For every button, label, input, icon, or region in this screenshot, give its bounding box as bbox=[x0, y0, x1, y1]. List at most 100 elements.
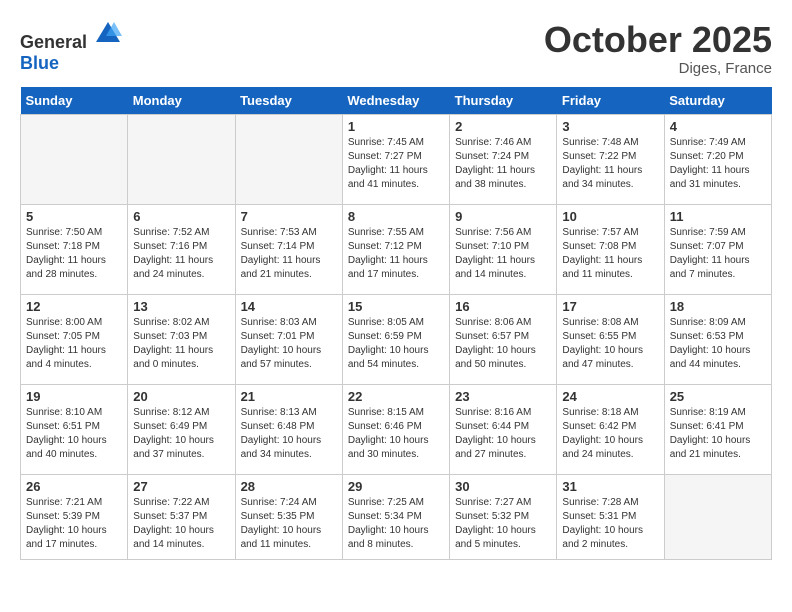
day-number: 5 bbox=[26, 209, 122, 224]
calendar-cell: 6 Sunrise: 7:52 AM Sunset: 7:16 PM Daylig… bbox=[128, 204, 235, 294]
month-title: October 2025 bbox=[544, 20, 772, 60]
weekday-header-friday: Friday bbox=[557, 87, 664, 115]
day-info: Sunrise: 8:05 AM Sunset: 6:59 PM Dayligh… bbox=[348, 316, 444, 372]
weekday-header-sunday: Sunday bbox=[21, 87, 128, 115]
day-number: 17 bbox=[562, 299, 658, 314]
calendar-cell: 9 Sunrise: 7:56 AM Sunset: 7:10 PM Daylig… bbox=[450, 204, 557, 294]
calendar-week-row: 19Sunrise: 8:10 AM Sunset: 6:51 PM Dayli… bbox=[21, 384, 772, 474]
day-info: Sunrise: 7:52 AM Sunset: 7:16 PM Dayligh… bbox=[133, 226, 229, 282]
day-number: 1 bbox=[348, 119, 444, 134]
day-number: 23 bbox=[455, 389, 551, 404]
calendar-cell: 22 Sunrise: 8:15 AM Sunset: 6:46 PM Dayli… bbox=[342, 384, 449, 474]
day-number: 16 bbox=[455, 299, 551, 314]
day-number: 28 bbox=[241, 479, 337, 494]
calendar-cell: 1Sunrise: 7:45 AM Sunset: 7:27 PM Daylig… bbox=[342, 114, 449, 204]
day-info: Sunrise: 7:50 AM Sunset: 7:18 PM Dayligh… bbox=[26, 226, 122, 282]
calendar-cell: 24Sunrise: 8:18 AM Sunset: 6:42 PM Dayli… bbox=[557, 384, 664, 474]
calendar-cell: 15 Sunrise: 8:05 AM Sunset: 6:59 PM Dayli… bbox=[342, 294, 449, 384]
logo-general: General bbox=[20, 32, 87, 52]
calendar-cell: 16 Sunrise: 8:06 AM Sunset: 6:57 PM Dayli… bbox=[450, 294, 557, 384]
calendar-cell: 12 Sunrise: 8:00 AM Sunset: 7:05 PM Dayli… bbox=[21, 294, 128, 384]
weekday-header-saturday: Saturday bbox=[664, 87, 771, 115]
day-info: Sunrise: 7:55 AM Sunset: 7:12 PM Dayligh… bbox=[348, 226, 444, 282]
calendar-cell: 30 Sunrise: 7:27 AM Sunset: 5:32 PM Dayli… bbox=[450, 474, 557, 559]
day-info: Sunrise: 8:06 AM Sunset: 6:57 PM Dayligh… bbox=[455, 316, 551, 372]
day-info: Sunrise: 7:24 AM Sunset: 5:35 PM Dayligh… bbox=[241, 496, 337, 552]
calendar-cell: 28 Sunrise: 7:24 AM Sunset: 5:35 PM Dayli… bbox=[235, 474, 342, 559]
day-number: 12 bbox=[26, 299, 122, 314]
day-number: 26 bbox=[26, 479, 122, 494]
day-info: Sunrise: 8:13 AM Sunset: 6:48 PM Dayligh… bbox=[241, 406, 337, 462]
day-number: 6 bbox=[133, 209, 229, 224]
logo-text: General Blue bbox=[20, 20, 122, 74]
calendar-cell: 17 Sunrise: 8:08 AM Sunset: 6:55 PM Dayli… bbox=[557, 294, 664, 384]
calendar-cell: 13 Sunrise: 8:02 AM Sunset: 7:03 PM Dayli… bbox=[128, 294, 235, 384]
calendar-cell: 31 Sunrise: 7:28 AM Sunset: 5:31 PM Dayli… bbox=[557, 474, 664, 559]
day-info: Sunrise: 8:16 AM Sunset: 6:44 PM Dayligh… bbox=[455, 406, 551, 462]
day-number: 22 bbox=[348, 389, 444, 404]
day-number: 4 bbox=[670, 119, 766, 134]
day-info: Sunrise: 7:27 AM Sunset: 5:32 PM Dayligh… bbox=[455, 496, 551, 552]
day-info: Sunrise: 7:49 AM Sunset: 7:20 PM Dayligh… bbox=[670, 136, 766, 192]
calendar-cell: 20Sunrise: 8:12 AM Sunset: 6:49 PM Dayli… bbox=[128, 384, 235, 474]
title-block: October 2025 Diges, France bbox=[544, 20, 772, 77]
day-number: 3 bbox=[562, 119, 658, 134]
calendar-cell: 7 Sunrise: 7:53 AM Sunset: 7:14 PM Daylig… bbox=[235, 204, 342, 294]
day-number: 7 bbox=[241, 209, 337, 224]
weekday-header-tuesday: Tuesday bbox=[235, 87, 342, 115]
calendar-week-row: 26 Sunrise: 7:21 AM Sunset: 5:39 PM Dayli… bbox=[21, 474, 772, 559]
day-number: 10 bbox=[562, 209, 658, 224]
day-info: Sunrise: 7:48 AM Sunset: 7:22 PM Dayligh… bbox=[562, 136, 658, 192]
calendar-week-row: 12 Sunrise: 8:00 AM Sunset: 7:05 PM Dayli… bbox=[21, 294, 772, 384]
calendar-cell: 21 Sunrise: 8:13 AM Sunset: 6:48 PM Dayli… bbox=[235, 384, 342, 474]
calendar-cell bbox=[664, 474, 771, 559]
day-info: Sunrise: 8:08 AM Sunset: 6:55 PM Dayligh… bbox=[562, 316, 658, 372]
day-number: 9 bbox=[455, 209, 551, 224]
day-info: Sunrise: 7:57 AM Sunset: 7:08 PM Dayligh… bbox=[562, 226, 658, 282]
day-number: 13 bbox=[133, 299, 229, 314]
day-number: 8 bbox=[348, 209, 444, 224]
calendar-cell: 25Sunrise: 8:19 AM Sunset: 6:41 PM Dayli… bbox=[664, 384, 771, 474]
day-number: 2 bbox=[455, 119, 551, 134]
logo-blue: Blue bbox=[20, 53, 59, 73]
calendar-cell: 27Sunrise: 7:22 AM Sunset: 5:37 PM Dayli… bbox=[128, 474, 235, 559]
day-number: 31 bbox=[562, 479, 658, 494]
calendar-cell: 4 Sunrise: 7:49 AM Sunset: 7:20 PM Daylig… bbox=[664, 114, 771, 204]
day-info: Sunrise: 8:03 AM Sunset: 7:01 PM Dayligh… bbox=[241, 316, 337, 372]
calendar-cell: 8 Sunrise: 7:55 AM Sunset: 7:12 PM Daylig… bbox=[342, 204, 449, 294]
day-info: Sunrise: 8:09 AM Sunset: 6:53 PM Dayligh… bbox=[670, 316, 766, 372]
day-info: Sunrise: 7:28 AM Sunset: 5:31 PM Dayligh… bbox=[562, 496, 658, 552]
day-info: Sunrise: 7:21 AM Sunset: 5:39 PM Dayligh… bbox=[26, 496, 122, 552]
day-info: Sunrise: 7:22 AM Sunset: 5:37 PM Dayligh… bbox=[133, 496, 229, 552]
day-info: Sunrise: 8:02 AM Sunset: 7:03 PM Dayligh… bbox=[133, 316, 229, 372]
day-number: 14 bbox=[241, 299, 337, 314]
day-number: 19 bbox=[26, 389, 122, 404]
logo: General Blue bbox=[20, 20, 122, 74]
calendar-cell bbox=[21, 114, 128, 204]
weekday-header-wednesday: Wednesday bbox=[342, 87, 449, 115]
calendar-cell: 14 Sunrise: 8:03 AM Sunset: 7:01 PM Dayli… bbox=[235, 294, 342, 384]
day-info: Sunrise: 8:15 AM Sunset: 6:46 PM Dayligh… bbox=[348, 406, 444, 462]
day-info: Sunrise: 8:19 AM Sunset: 6:41 PM Dayligh… bbox=[670, 406, 766, 462]
day-number: 30 bbox=[455, 479, 551, 494]
page-header: General Blue October 2025 Diges, France bbox=[20, 20, 772, 77]
calendar-cell: 10 Sunrise: 7:57 AM Sunset: 7:08 PM Dayli… bbox=[557, 204, 664, 294]
day-number: 29 bbox=[348, 479, 444, 494]
calendar-week-row: 5 Sunrise: 7:50 AM Sunset: 7:18 PM Daylig… bbox=[21, 204, 772, 294]
calendar-cell: 5 Sunrise: 7:50 AM Sunset: 7:18 PM Daylig… bbox=[21, 204, 128, 294]
day-info: Sunrise: 7:46 AM Sunset: 7:24 PM Dayligh… bbox=[455, 136, 551, 192]
calendar-cell: 26 Sunrise: 7:21 AM Sunset: 5:39 PM Dayli… bbox=[21, 474, 128, 559]
day-number: 21 bbox=[241, 389, 337, 404]
calendar-cell: 3 Sunrise: 7:48 AM Sunset: 7:22 PM Daylig… bbox=[557, 114, 664, 204]
day-info: Sunrise: 7:53 AM Sunset: 7:14 PM Dayligh… bbox=[241, 226, 337, 282]
weekday-header-monday: Monday bbox=[128, 87, 235, 115]
day-info: Sunrise: 7:56 AM Sunset: 7:10 PM Dayligh… bbox=[455, 226, 551, 282]
day-number: 11 bbox=[670, 209, 766, 224]
day-info: Sunrise: 8:00 AM Sunset: 7:05 PM Dayligh… bbox=[26, 316, 122, 372]
weekday-header-row: SundayMondayTuesdayWednesdayThursdayFrid… bbox=[21, 87, 772, 115]
day-number: 15 bbox=[348, 299, 444, 314]
calendar-week-row: 1Sunrise: 7:45 AM Sunset: 7:27 PM Daylig… bbox=[21, 114, 772, 204]
calendar-cell bbox=[235, 114, 342, 204]
calendar-table: SundayMondayTuesdayWednesdayThursdayFrid… bbox=[20, 87, 772, 560]
calendar-cell: 18Sunrise: 8:09 AM Sunset: 6:53 PM Dayli… bbox=[664, 294, 771, 384]
